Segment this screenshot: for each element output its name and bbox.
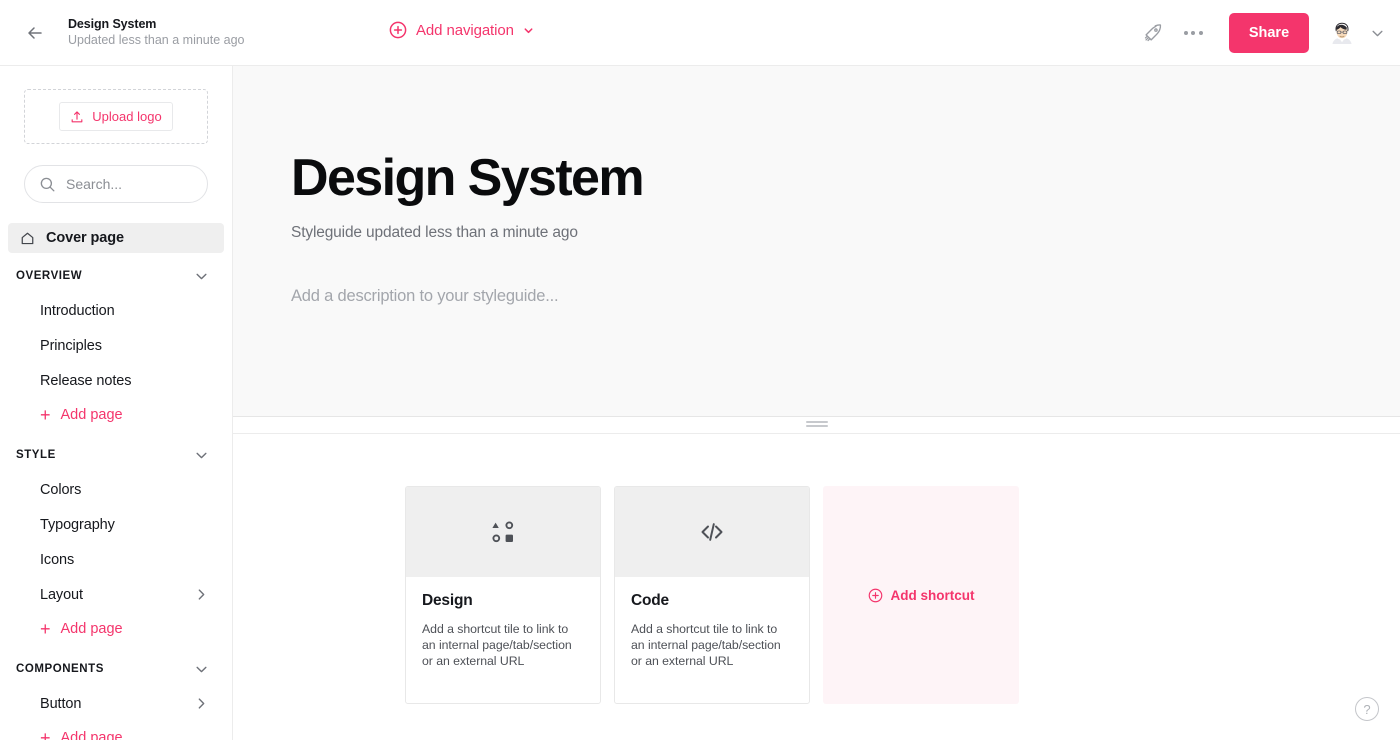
- shortcut-tiles: Design Add a shortcut tile to link to an…: [233, 434, 1400, 704]
- help-button[interactable]: ?: [1355, 697, 1379, 721]
- arrow-left-icon: [28, 26, 42, 39]
- account-menu[interactable]: [1327, 18, 1384, 48]
- user-avatar-icon: [1327, 18, 1357, 48]
- sidebar-item-label: Principles: [40, 337, 102, 354]
- document-updated-text: Updated less than a minute ago: [68, 33, 245, 47]
- drag-handle[interactable]: [806, 419, 828, 429]
- plus-circle-icon: [389, 21, 407, 39]
- shapes-icon: [492, 521, 514, 543]
- chevron-right-icon: [198, 698, 205, 709]
- search-box[interactable]: [24, 165, 208, 203]
- add-page-button-style[interactable]: + Add page: [0, 612, 232, 646]
- chevron-down-icon: [196, 452, 207, 458]
- back-button[interactable]: [14, 12, 56, 54]
- sidebar-item-colors[interactable]: Colors: [0, 472, 232, 507]
- tile-icon-area: [615, 487, 809, 577]
- plus-icon: +: [40, 727, 51, 740]
- home-icon: [21, 232, 34, 244]
- sidebar-item-label: Release notes: [40, 372, 132, 389]
- sidebar-item-label: Colors: [40, 481, 82, 498]
- sidebar-section-label: STYLE: [16, 449, 56, 461]
- sidebar-item-typography[interactable]: Typography: [0, 507, 232, 542]
- add-page-button-overview[interactable]: + Add page: [0, 398, 232, 432]
- shortcut-tile-code[interactable]: Code Add a shortcut tile to link to an i…: [614, 486, 810, 704]
- chevron-down-icon: [196, 273, 207, 279]
- tile-body: Design Add a shortcut tile to link to an…: [406, 577, 600, 687]
- rocket-button[interactable]: [1133, 13, 1173, 53]
- sidebar-item-label: Cover page: [46, 230, 124, 246]
- document-title: Design System: [68, 17, 157, 31]
- sidebar-item-label: Icons: [40, 551, 75, 568]
- search-icon: [40, 177, 55, 191]
- top-bar-actions: Share: [1133, 0, 1384, 66]
- plus-circle-icon: [868, 588, 882, 602]
- chevron-down-icon: [524, 27, 533, 33]
- sidebar-section-components[interactable]: COMPONENTS: [0, 652, 232, 686]
- upload-logo-dropzone[interactable]: Upload logo: [24, 89, 208, 144]
- add-page-label: Add page: [60, 730, 123, 740]
- sidebar-item-icons[interactable]: Icons: [0, 542, 232, 577]
- page-subtitle: Styleguide updated less than a minute ag…: [291, 224, 578, 241]
- upload-icon: [71, 110, 83, 122]
- sidebar-item-release-notes[interactable]: Release notes: [0, 363, 232, 398]
- search-input[interactable]: [66, 176, 186, 192]
- more-horizontal-icon: [1183, 31, 1203, 35]
- rocket-icon: [1144, 24, 1162, 42]
- sidebar-item-cover-page[interactable]: Cover page: [8, 223, 224, 253]
- sidebar-item-label: Typography: [40, 516, 115, 533]
- add-page-label: Add page: [60, 407, 123, 423]
- tile-title: Code: [631, 592, 669, 609]
- sidebar-item-introduction[interactable]: Introduction: [0, 293, 232, 328]
- sidebar-section-overview[interactable]: OVERVIEW: [0, 259, 232, 293]
- more-options-button[interactable]: [1173, 13, 1213, 53]
- tile-description: Add a shortcut tile to link to an intern…: [631, 622, 781, 668]
- sidebar-section-style[interactable]: STYLE: [0, 438, 232, 472]
- hero-section: Design System Styleguide updated less th…: [233, 66, 1400, 417]
- main-content: Design System Styleguide updated less th…: [233, 66, 1400, 740]
- sidebar-navigation: Cover page OVERVIEW Introduction Princip…: [0, 223, 232, 740]
- sidebar: Upload logo Cover page OVERVIEW Introduc…: [0, 66, 233, 740]
- page-title: Design System: [291, 149, 645, 207]
- sidebar-item-button[interactable]: Button: [0, 686, 232, 721]
- description-placeholder[interactable]: Add a description to your styleguide...: [291, 287, 1400, 306]
- avatar: [1327, 18, 1357, 48]
- sidebar-item-label: Layout: [40, 586, 83, 603]
- share-button[interactable]: Share: [1229, 13, 1309, 53]
- code-icon: [701, 523, 723, 541]
- tile-icon-area: [406, 487, 600, 577]
- sidebar-section-label: OVERVIEW: [16, 270, 83, 282]
- add-page-button-components[interactable]: + Add page: [0, 721, 232, 740]
- chevron-down-icon: [196, 666, 207, 672]
- upload-logo-button[interactable]: Upload logo: [59, 102, 173, 131]
- add-shortcut-label: Add shortcut: [890, 587, 975, 603]
- upload-logo-label: Upload logo: [92, 109, 162, 124]
- section-divider: [233, 417, 1400, 434]
- shortcut-tile-design[interactable]: Design Add a shortcut tile to link to an…: [405, 486, 601, 704]
- add-navigation-button[interactable]: Add navigation: [389, 21, 534, 39]
- add-shortcut-button[interactable]: Add shortcut: [823, 486, 1019, 704]
- top-bar: Design System Updated less than a minute…: [0, 0, 1400, 66]
- document-meta: Design System Updated less than a minute…: [68, 17, 268, 48]
- chevron-right-icon: [198, 589, 205, 600]
- sidebar-item-label: Introduction: [40, 302, 115, 319]
- sidebar-item-layout[interactable]: Layout: [0, 577, 232, 612]
- sidebar-item-principles[interactable]: Principles: [0, 328, 232, 363]
- sidebar-section-label: COMPONENTS: [16, 663, 104, 675]
- chevron-down-icon: [1372, 30, 1383, 36]
- add-page-label: Add page: [60, 621, 123, 637]
- plus-icon: +: [40, 404, 51, 425]
- tile-body: Code Add a shortcut tile to link to an i…: [615, 577, 809, 687]
- tile-description: Add a shortcut tile to link to an intern…: [422, 622, 572, 668]
- plus-icon: +: [40, 618, 51, 639]
- add-navigation-label: Add navigation: [416, 21, 514, 39]
- tile-title: Design: [422, 592, 473, 609]
- sidebar-item-label: Button: [40, 695, 82, 712]
